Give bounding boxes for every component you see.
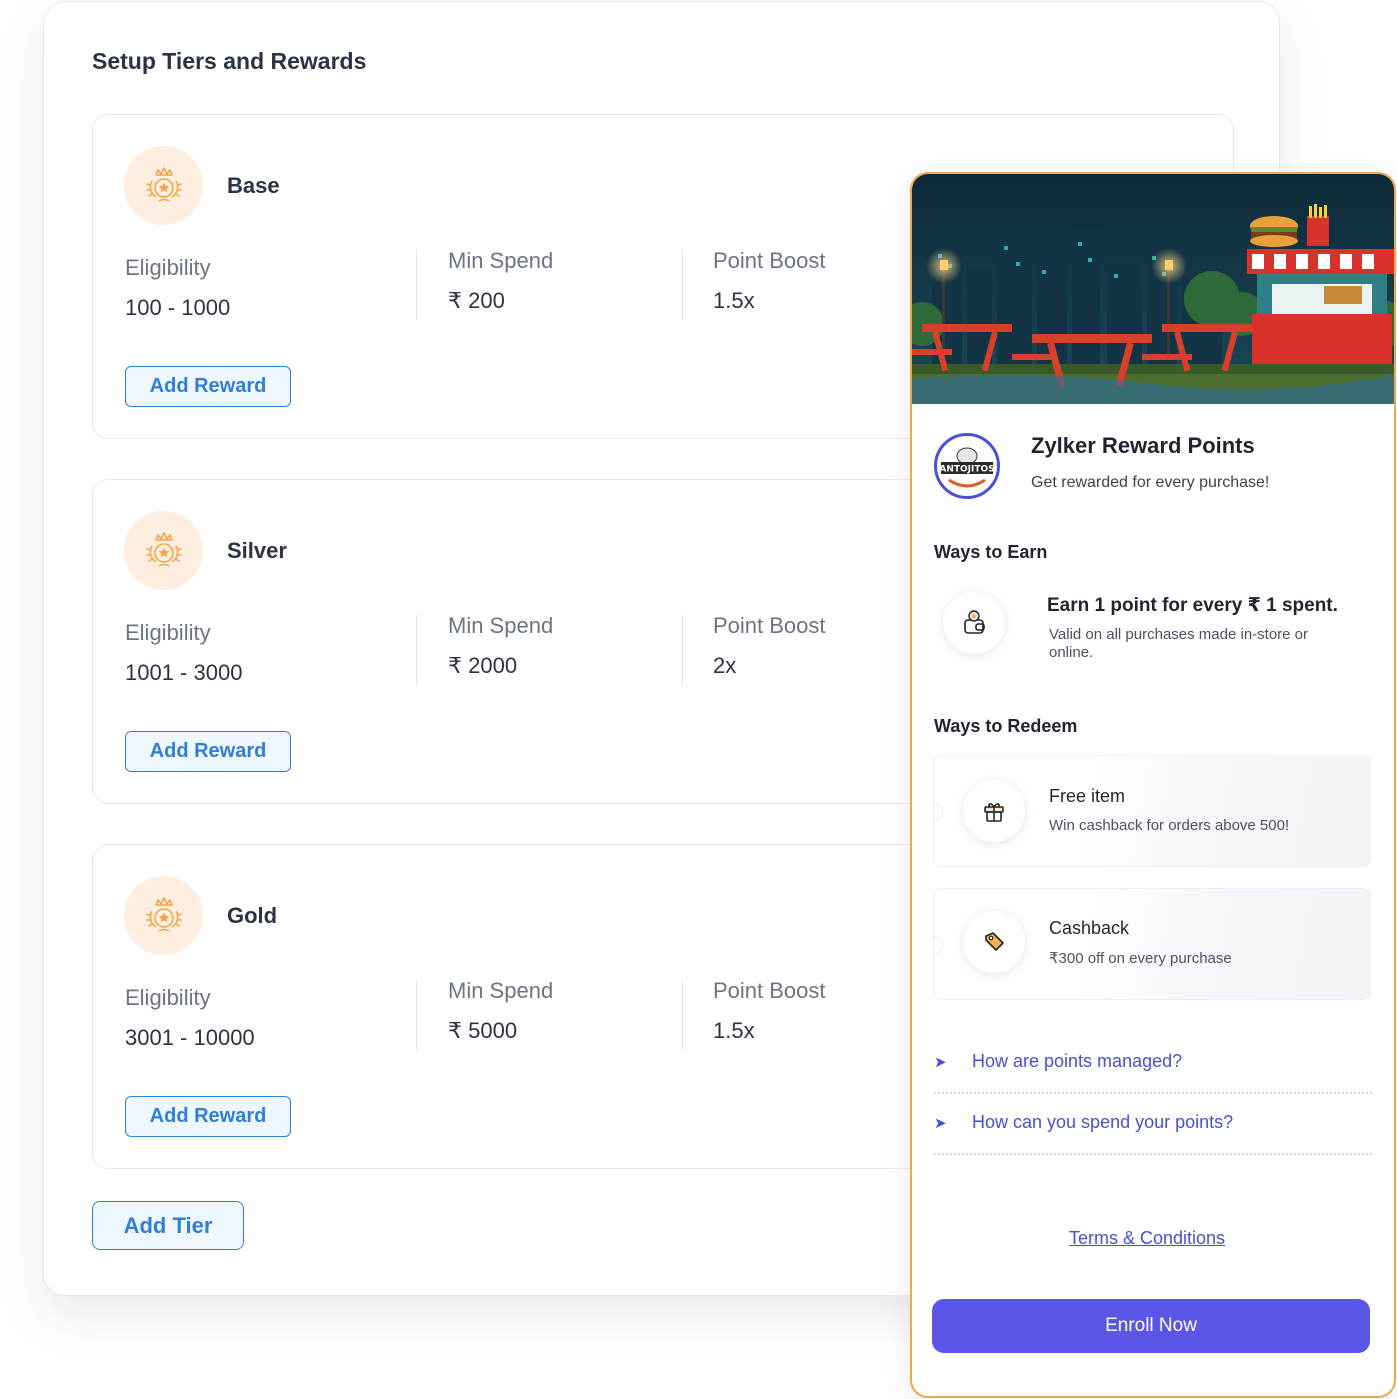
divider	[416, 615, 417, 685]
program-title: Zylker Reward Points	[1031, 433, 1255, 458]
eligibility-value: 100 - 1000	[125, 295, 231, 320]
add-reward-button[interactable]: Add Reward	[125, 366, 291, 407]
tier-badge-icon	[124, 876, 203, 955]
point-boost-label: Point Boost	[713, 978, 826, 1003]
earn-rule-title: Earn 1 point for every ₹ 1 spent.	[1047, 595, 1338, 616]
page-title: Setup Tiers and Rewards	[92, 48, 367, 74]
brand-logo: ANTOJITOS	[934, 433, 1000, 499]
divider	[416, 980, 417, 1050]
redeem-title: Free item	[1049, 786, 1126, 806]
rewards-preview-panel: ANTOJITOS Zylker Reward Points Get rewar…	[910, 172, 1396, 1398]
redeem-title: Cashback	[1049, 918, 1130, 938]
redeem-card-free-item[interactable]: Free item Win cashback for orders above …	[933, 755, 1371, 867]
divider	[934, 1092, 1372, 1094]
point-boost-value: 1.5x	[713, 1018, 755, 1043]
laurel-star-icon	[145, 531, 182, 567]
point-boost-label: Point Boost	[713, 248, 826, 273]
divider	[682, 980, 683, 1050]
add-tier-button[interactable]: Add Tier	[92, 1201, 244, 1250]
divider	[682, 250, 683, 320]
min-spend-label: Min Spend	[448, 248, 554, 273]
ticket-notch	[934, 936, 943, 954]
tier-name: Silver	[227, 538, 287, 563]
ways-to-redeem-heading: Ways to Redeem	[934, 716, 1078, 736]
earn-icon-wrapper	[943, 592, 1005, 654]
gift-icon	[984, 803, 1004, 822]
divider	[682, 615, 683, 685]
point-boost-label: Point Boost	[713, 613, 826, 638]
point-boost-value: 1.5x	[713, 288, 755, 313]
redeem-card-cashback[interactable]: Cashback ₹300 off on every purchase	[933, 888, 1371, 1000]
tier-badge-icon	[124, 146, 203, 225]
redeem-description: Win cashback for orders above 500!	[1049, 817, 1290, 834]
min-spend-label: Min Spend	[448, 613, 554, 638]
faq-item-points-managed[interactable]: ➤ How are points managed?	[934, 1051, 1372, 1081]
arrow-right-icon: ➤	[934, 1115, 947, 1132]
wallet-badge-icon	[964, 610, 985, 634]
faq-question: How can you spend your points?	[972, 1112, 1234, 1132]
min-spend-label: Min Spend	[448, 978, 554, 1003]
laurel-star-icon	[145, 896, 182, 932]
add-reward-button[interactable]: Add Reward	[125, 1096, 291, 1137]
point-boost-value: 2x	[713, 653, 737, 678]
redeem-icon-wrapper	[963, 911, 1025, 973]
eligibility-label: Eligibility	[125, 620, 211, 645]
antojitos-logo-icon: ANTOJITOS	[939, 438, 995, 494]
divider	[416, 250, 417, 320]
eligibility-label: Eligibility	[125, 985, 211, 1010]
faq-question: How are points managed?	[972, 1051, 1183, 1071]
tag-icon	[985, 932, 1004, 951]
program-subtitle: Get rewarded for every purchase!	[1031, 474, 1270, 491]
faq-item-spend-points[interactable]: ➤ How can you spend your points?	[934, 1112, 1372, 1142]
laurel-star-icon	[145, 166, 182, 202]
terms-link[interactable]: Terms & Conditions	[1069, 1228, 1225, 1249]
earn-rule-description: Valid on all purchases made in-store or …	[1049, 626, 1309, 661]
eligibility-value: 1001 - 3000	[125, 660, 243, 685]
eligibility-label: Eligibility	[125, 255, 211, 280]
stage: Setup Tiers and Rewards Base Eligibility…	[0, 0, 1397, 1399]
tier-badge-icon	[124, 511, 203, 590]
ways-to-earn-heading: Ways to Earn	[934, 542, 1048, 562]
enroll-now-button[interactable]: Enroll Now	[932, 1299, 1370, 1353]
banner-illustration	[912, 174, 1394, 404]
logo-wordmark: ANTOJITOS	[939, 465, 994, 475]
redeem-icon-wrapper	[963, 780, 1025, 842]
tier-name: Base	[227, 173, 280, 198]
arrow-right-icon: ➤	[934, 1054, 947, 1071]
min-spend-value: ₹ 2000	[448, 653, 518, 678]
divider	[934, 1153, 1372, 1155]
min-spend-value: ₹ 5000	[448, 1018, 518, 1043]
min-spend-value: ₹ 200	[448, 288, 505, 313]
eligibility-value: 3001 - 10000	[125, 1025, 255, 1050]
tier-name: Gold	[227, 903, 278, 928]
ticket-notch	[934, 803, 943, 821]
add-reward-button[interactable]: Add Reward	[125, 731, 291, 772]
redeem-description: ₹300 off on every purchase	[1049, 950, 1232, 967]
